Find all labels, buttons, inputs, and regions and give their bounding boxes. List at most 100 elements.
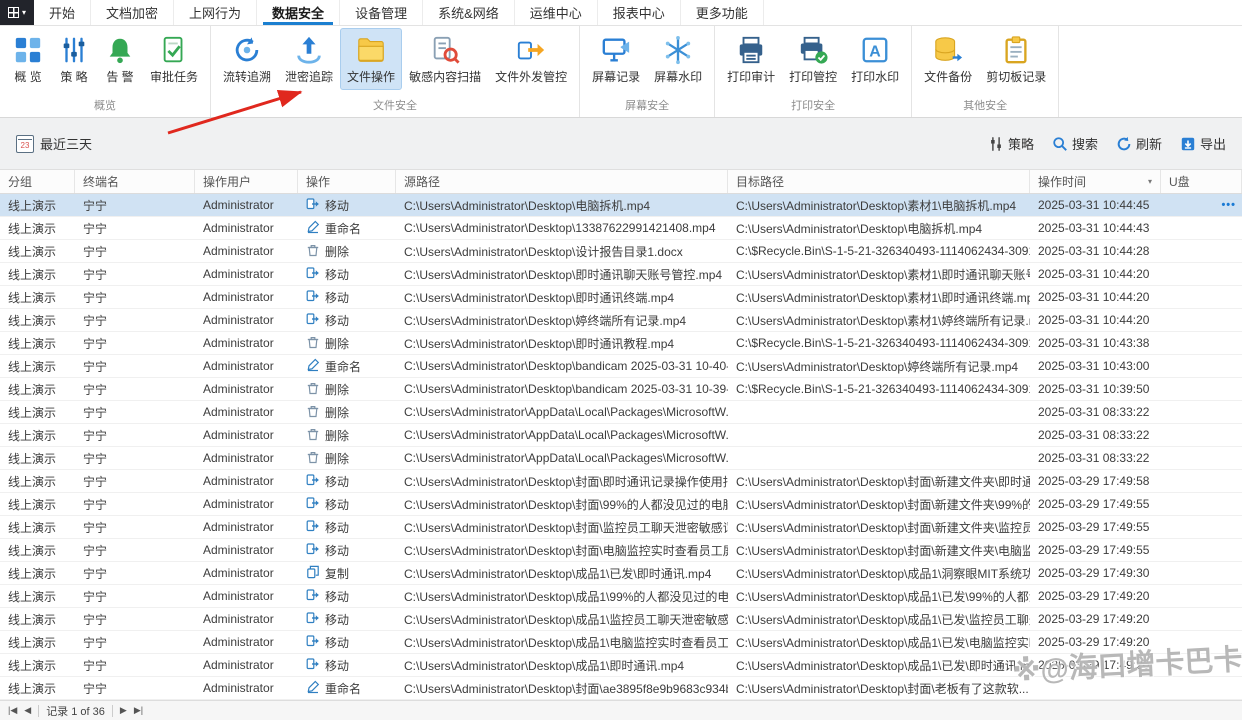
menu-tab-7[interactable]: 报表中心: [598, 0, 681, 25]
next-record-button[interactable]: ▶: [120, 705, 127, 716]
column-header-terminal[interactable]: 终端名: [75, 170, 195, 193]
menu-tab-2[interactable]: 上网行为: [174, 0, 257, 25]
menu-tab-3[interactable]: 数据安全: [257, 0, 340, 25]
cell-terminal: 宁宁: [75, 585, 195, 607]
filter-action-export[interactable]: 导出: [1180, 134, 1226, 153]
cell-terminal: 宁宁: [75, 240, 195, 262]
column-header-user[interactable]: 操作用户: [195, 170, 298, 193]
column-header-time[interactable]: 操作时间▾: [1030, 170, 1161, 193]
table-row[interactable]: 线上演示宁宁Administrator移动C:\Users\Administra…: [0, 309, 1242, 332]
ribbon-button-screen-record[interactable]: 屏幕记录: [585, 28, 647, 90]
menu-tab-8[interactable]: 更多功能: [681, 0, 764, 25]
menu-tab-6[interactable]: 运维中心: [515, 0, 598, 25]
table-row[interactable]: 线上演示宁宁Administrator移动C:\Users\Administra…: [0, 286, 1242, 309]
cell-terminal: 宁宁: [75, 217, 195, 239]
menu-tab-4[interactable]: 设备管理: [340, 0, 423, 25]
table-row[interactable]: 线上演示宁宁Administrator删除C:\Users\Administra…: [0, 447, 1242, 470]
menu-tab-5[interactable]: 系统&网络: [423, 0, 515, 25]
table-row[interactable]: 线上演示宁宁Administrator移动C:\Users\Administra…: [0, 470, 1242, 493]
table-row[interactable]: 线上演示宁宁Administrator删除C:\Users\Administra…: [0, 401, 1242, 424]
filter-action-refresh[interactable]: 刷新: [1116, 134, 1162, 153]
move-icon: [306, 542, 320, 559]
cell-time: 2025-03-31 10:44:20: [1030, 263, 1161, 285]
ribbon-group-label: 其他安全: [917, 96, 1053, 117]
ribbon-button-screen-watermark[interactable]: 屏幕水印: [647, 28, 709, 90]
ribbon-button-file-outgoing[interactable]: 文件外发管控: [488, 28, 574, 90]
ribbon-button-flow-trace[interactable]: 流转追溯: [216, 28, 278, 90]
ribbon-button-overview[interactable]: 概 览: [5, 28, 51, 90]
column-header-op[interactable]: 操作: [298, 170, 396, 193]
table-row[interactable]: 线上演示宁宁Administrator重命名C:\Users\Administr…: [0, 217, 1242, 240]
ribbon-button-print-control[interactable]: 打印管控: [782, 28, 844, 90]
cell-terminal: 宁宁: [75, 355, 195, 377]
file-backup-icon: [933, 35, 963, 65]
table-row[interactable]: 线上演示宁宁Administrator删除C:\Users\Administra…: [0, 424, 1242, 447]
cell-usb: [1161, 424, 1242, 446]
last-record-button[interactable]: ▶|: [134, 705, 143, 716]
move-icon: [306, 634, 320, 651]
move-icon: [306, 197, 320, 214]
cell-dst: C:\Users\Administrator\Desktop\封面\新建文件夹\…: [728, 470, 1030, 492]
cell-dst: C:\Users\Administrator\Desktop\封面\新建文件夹\…: [728, 539, 1030, 561]
ribbon-button-leak-track[interactable]: 泄密追踪: [278, 28, 340, 90]
ribbon-button-label: 概 览: [14, 68, 41, 85]
table-row[interactable]: 线上演示宁宁Administrator删除C:\Users\Administra…: [0, 332, 1242, 355]
table-row[interactable]: 线上演示宁宁Administrator移动C:\Users\Administra…: [0, 654, 1242, 677]
date-filter-button[interactable]: 23 最近三天: [16, 134, 92, 153]
table-row[interactable]: 线上演示宁宁Administrator移动C:\Users\Administra…: [0, 263, 1242, 286]
prev-record-button[interactable]: ◀: [24, 705, 31, 716]
ribbon-button-approval[interactable]: 审批任务: [143, 28, 205, 90]
menu-tab-1[interactable]: 文档加密: [91, 0, 174, 25]
table-row[interactable]: 线上演示宁宁Administrator复制C:\Users\Administra…: [0, 562, 1242, 585]
table-row[interactable]: 线上演示宁宁Administrator删除C:\Users\Administra…: [0, 378, 1242, 401]
cell-user: Administrator: [195, 194, 298, 216]
row-actions-button[interactable]: •••: [1221, 194, 1236, 216]
ribbon-button-content-scan[interactable]: 敏感内容扫描: [402, 28, 488, 90]
ribbon-button-print-audit[interactable]: 打印审计: [720, 28, 782, 90]
date-filter-label: 最近三天: [40, 134, 92, 153]
app-window: ▾ 开始文档加密上网行为数据安全设备管理系统&网络运维中心报表中心更多功能 概 …: [0, 0, 1242, 720]
column-header-group[interactable]: 分组: [0, 170, 75, 193]
table-row[interactable]: 线上演示宁宁Administrator重命名C:\Users\Administr…: [0, 355, 1242, 378]
table-row[interactable]: 线上演示宁宁Administrator移动C:\Users\Administra…: [0, 608, 1242, 631]
table-row[interactable]: 线上演示宁宁Administrator移动C:\Users\Administra…: [0, 493, 1242, 516]
cell-group: 线上演示: [0, 355, 75, 377]
cell-op: 移动: [298, 470, 396, 492]
rename-icon: [306, 220, 320, 237]
table-row[interactable]: 线上演示宁宁Administrator删除C:\Users\Administra…: [0, 240, 1242, 263]
table-row[interactable]: 线上演示宁宁Administrator移动C:\Users\Administra…: [0, 194, 1242, 217]
divider: [112, 705, 113, 717]
table-row[interactable]: 线上演示宁宁Administrator移动C:\Users\Administra…: [0, 631, 1242, 654]
cell-src: C:\Users\Administrator\Desktop\成品1\已发\即时…: [396, 562, 728, 584]
ribbon-button-file-ops[interactable]: 文件操作: [340, 28, 402, 90]
cell-dst: C:\Users\Administrator\Desktop\封面\新建文件夹\…: [728, 493, 1030, 515]
table-row[interactable]: 线上演示宁宁Administrator移动C:\Users\Administra…: [0, 516, 1242, 539]
cell-dst: C:\Users\Administrator\Desktop\婷终端所有记录.m…: [728, 355, 1030, 377]
filter-action-policy[interactable]: 策略: [988, 134, 1034, 153]
table-row[interactable]: 线上演示宁宁Administrator移动C:\Users\Administra…: [0, 539, 1242, 562]
table-row[interactable]: 线上演示宁宁Administrator移动C:\Users\Administra…: [0, 585, 1242, 608]
menu-tab-0[interactable]: 开始: [34, 0, 91, 25]
cell-terminal: 宁宁: [75, 332, 195, 354]
cell-dst: C:\$Recycle.Bin\S-1-5-21-326340493-11140…: [728, 332, 1030, 354]
cell-group: 线上演示: [0, 447, 75, 469]
ribbon-button-file-backup[interactable]: 文件备份: [917, 28, 979, 90]
cell-src: C:\Users\Administrator\Desktop\封面\即时通讯记录…: [396, 470, 728, 492]
ribbon-button-policy[interactable]: 策 略: [51, 28, 97, 90]
cell-op: 移动: [298, 654, 396, 676]
column-header-dst[interactable]: 目标路径: [728, 170, 1030, 193]
cell-op: 移动: [298, 585, 396, 607]
filter-action-search[interactable]: 搜索: [1052, 134, 1098, 153]
cell-terminal: 宁宁: [75, 424, 195, 446]
column-header-src[interactable]: 源路径: [396, 170, 728, 193]
cell-terminal: 宁宁: [75, 447, 195, 469]
cell-user: Administrator: [195, 217, 298, 239]
ribbon-button-alarm[interactable]: 告 警: [97, 28, 143, 90]
app-menu-button[interactable]: ▾: [0, 0, 34, 25]
ribbon-button-clipboard-record[interactable]: 剪切板记录: [979, 28, 1053, 90]
first-record-button[interactable]: |◀: [8, 705, 17, 716]
column-header-usb[interactable]: U盘: [1161, 170, 1242, 193]
ribbon-button-print-watermark[interactable]: A打印水印: [844, 28, 906, 90]
cell-time: 2025-03-29 17:49:20: [1030, 585, 1161, 607]
table-row[interactable]: 线上演示宁宁Administrator重命名C:\Users\Administr…: [0, 677, 1242, 700]
